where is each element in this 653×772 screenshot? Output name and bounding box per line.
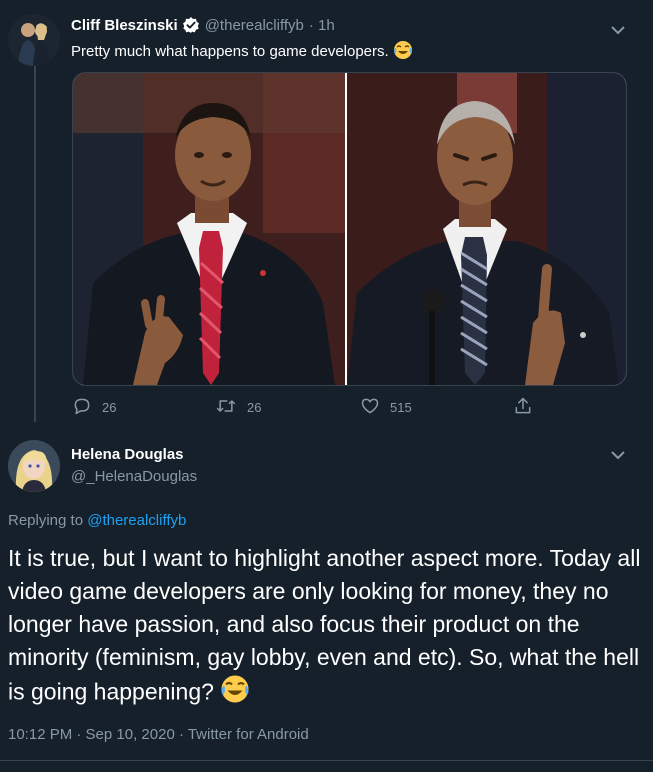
photo-left[interactable] [73,73,345,385]
tweet1-action-bar: 26 26 515 [72,396,542,418]
reply-text: It is true, but I want to highlight anot… [8,542,648,713]
joy-emoji [393,40,413,64]
share-button[interactable] [513,396,533,419]
tweet-meta[interactable]: 10:12 PM · Sep 10, 2020 · Twitter for An… [8,726,309,743]
verified-badge-icon [182,16,200,34]
tweet-text: Pretty much what happens to game develop… [71,40,413,64]
author-handle[interactable]: @therealcliffyb [205,17,304,34]
reply-count: 26 [102,400,117,415]
avatar-helena[interactable] [8,440,60,492]
avatar-cliff[interactable] [8,14,60,66]
joy-emoji [220,674,250,713]
tweet1-header: Cliff Bleszinski @therealcliffyb · 1h [71,16,335,34]
reply-icon [72,396,92,419]
reply-author-handle[interactable]: @_HelenaDouglas [71,468,197,485]
thread-line [34,66,36,422]
reply-text-body: It is true, but I want to highlight anot… [8,545,641,705]
chevron-down-icon[interactable] [611,22,625,35]
chevron-down-icon[interactable] [611,447,625,460]
share-icon [513,396,533,419]
replying-handle-link[interactable]: @therealcliffyb [87,512,186,529]
replying-prefix: Replying to [8,512,84,529]
media-grid[interactable] [72,72,627,386]
like-icon [360,396,380,419]
reply-author-name[interactable]: Helena Douglas [71,446,184,463]
divider [0,760,653,761]
retweet-count: 26 [247,400,262,415]
reply-button[interactable]: 26 [72,396,116,419]
author-name[interactable]: Cliff Bleszinski [71,17,178,34]
like-button[interactable]: 515 [360,396,412,419]
like-count: 515 [390,400,412,415]
tweet-time[interactable]: · 1h [309,17,335,34]
tweet-text-body: Pretty much what happens to game develop… [71,42,389,60]
photo-right[interactable] [347,73,626,385]
retweet-icon [215,396,237,419]
replying-to: Replying to @therealcliffyb [8,512,186,529]
retweet-button[interactable]: 26 [215,396,261,419]
